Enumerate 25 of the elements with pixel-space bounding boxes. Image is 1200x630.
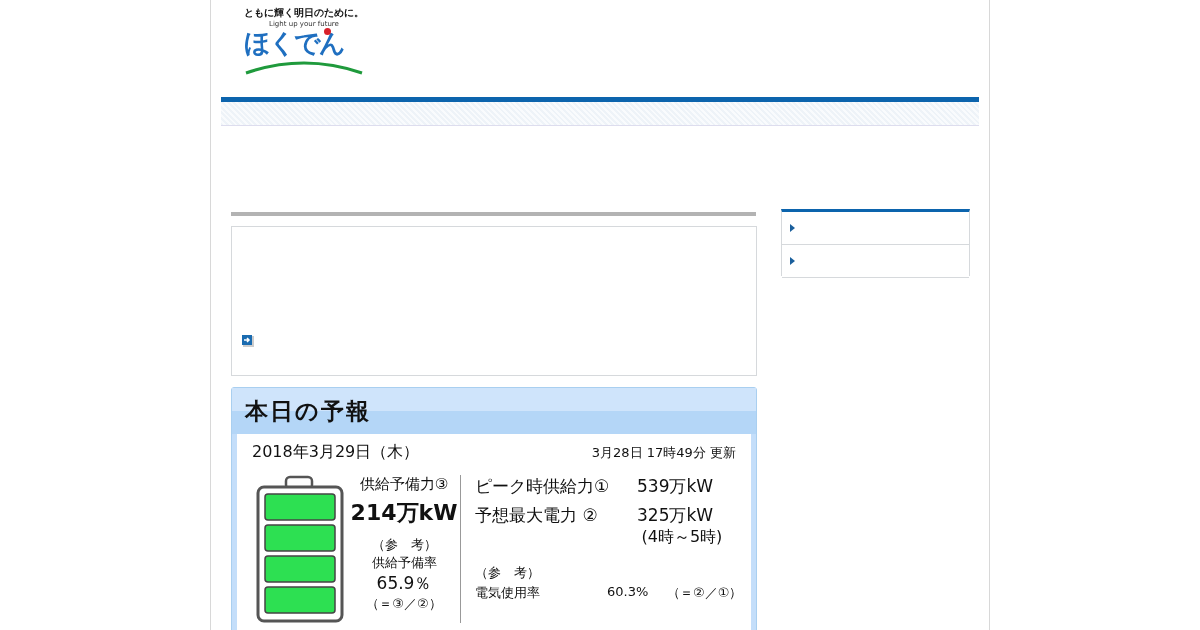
reference-label: （参 考） <box>475 564 541 582</box>
reserve-rate-formula: （＝③／②） <box>366 595 442 613</box>
arrow-icon[interactable] <box>242 335 254 347</box>
forecast-title: 本日の予報 <box>232 388 756 434</box>
arc-icon <box>244 59 364 75</box>
usage-label: 電気使用率 <box>475 584 541 602</box>
supply-label: ピーク時供給力① <box>475 475 611 498</box>
usage-value: 60.3% <box>607 584 650 601</box>
battery-icon <box>256 475 344 623</box>
reserve-value: 214万kW <box>350 499 458 527</box>
supply-label: 予想最大電力 ② <box>475 504 599 527</box>
triangle-icon <box>790 224 795 232</box>
update-time: 3月28日 17時49分 更新 <box>591 444 736 462</box>
reserve-label: 供給予備力③ <box>359 475 449 494</box>
reserve-rate-label: 供給予備率 <box>371 554 437 572</box>
forecast-date: 2018年3月29日（木） <box>252 442 420 463</box>
reference-label: （参 考） <box>371 536 437 554</box>
triangle-icon <box>790 257 795 265</box>
logo-tagline: ともに輝く明日のために。 <box>244 6 365 20</box>
supply-value: 539万kW <box>637 475 714 498</box>
logo-name: ほくでん <box>244 28 345 58</box>
time-range: (4時～5時) <box>640 527 724 548</box>
reserve-rate: 65.9％ <box>376 572 432 595</box>
usage-formula: （＝②／①） <box>667 584 743 602</box>
supply-value: 325万kW <box>637 504 714 527</box>
